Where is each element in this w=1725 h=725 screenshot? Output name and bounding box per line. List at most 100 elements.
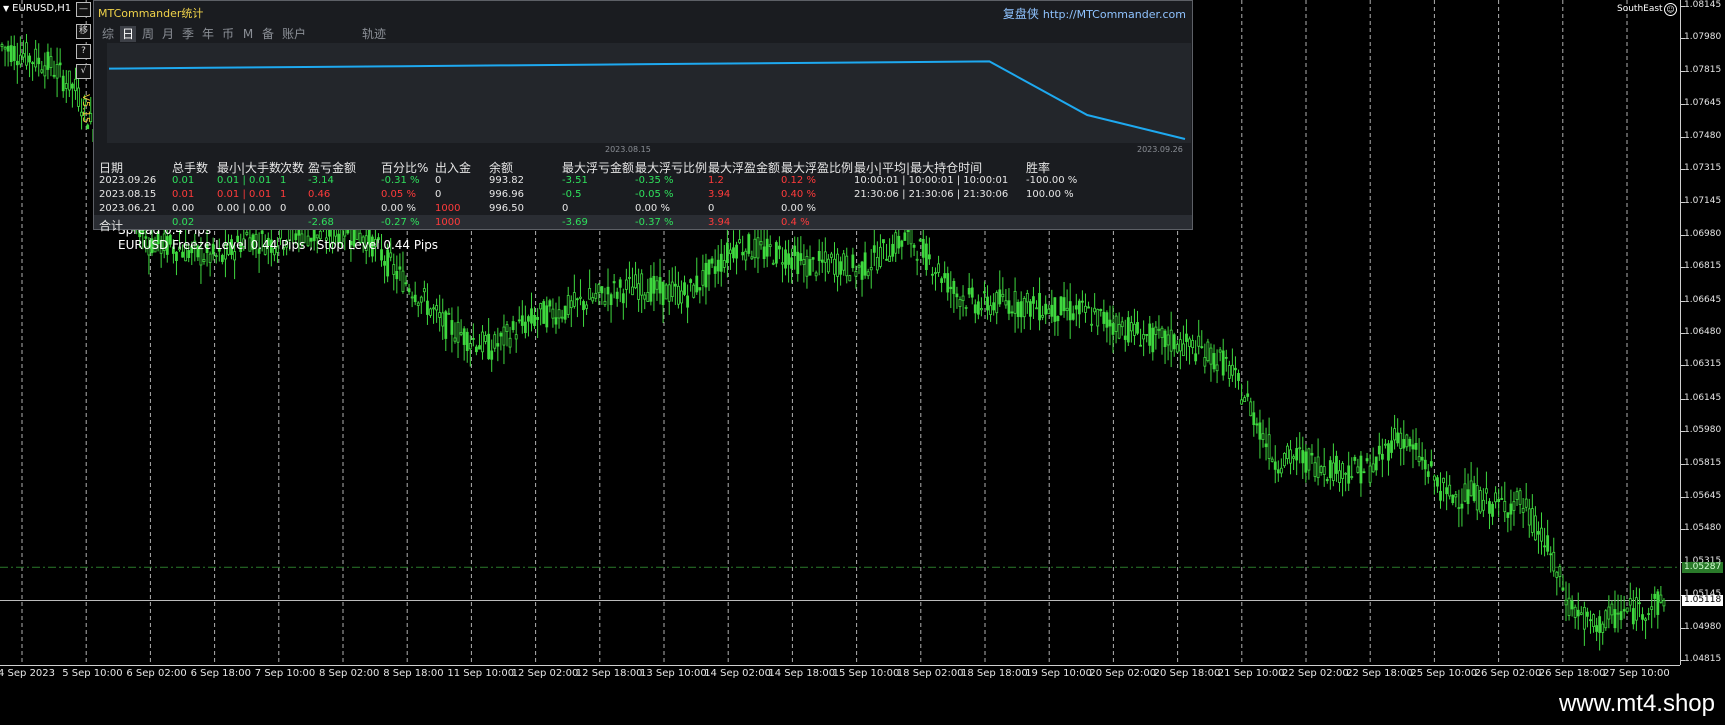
table-cell: 0.00 % xyxy=(381,203,416,214)
candle xyxy=(857,263,861,275)
tab-8[interactable]: 备 xyxy=(260,26,276,42)
candle xyxy=(869,249,873,289)
equity-curve-plot xyxy=(108,60,1186,140)
candle xyxy=(1142,320,1146,357)
candle xyxy=(1350,457,1354,480)
candle xyxy=(1050,289,1054,324)
candle xyxy=(462,326,466,361)
candle xyxy=(1163,328,1167,364)
candle xyxy=(419,295,423,314)
tab-0[interactable]: 综 xyxy=(100,26,116,42)
candle xyxy=(606,268,610,312)
candle xyxy=(572,274,576,309)
candle xyxy=(778,236,781,260)
candle xyxy=(413,281,417,306)
price-tick: 1.07815 xyxy=(1684,64,1722,75)
total-cell: 合计 xyxy=(99,219,124,233)
mini-date-start: 2023.08.15 xyxy=(605,145,651,154)
candle xyxy=(1509,489,1513,531)
candle xyxy=(1016,299,1020,329)
tab-3[interactable]: 月 xyxy=(160,26,176,42)
column-header: 百分比% xyxy=(381,161,429,175)
candle xyxy=(1573,604,1577,629)
mini-date-end: 2023.09.26 xyxy=(1137,145,1183,154)
candle xyxy=(1586,607,1589,628)
tab-4[interactable]: 季 xyxy=(180,26,196,42)
total-cell: 0.02 xyxy=(172,217,195,228)
candle xyxy=(576,297,579,318)
column-header: 最小|平均|最大持仓时间 xyxy=(854,161,983,175)
tab-9[interactable]: 账户 xyxy=(280,26,308,42)
candle xyxy=(536,308,540,339)
candle xyxy=(1429,449,1433,468)
candle xyxy=(1081,290,1084,313)
column-header: 次数 xyxy=(280,161,305,175)
tab-10[interactable]: 轨迹 xyxy=(360,26,388,42)
price-axis[interactable]: 1.08145 1.07980 1.07815 1.07645 1.07480 1.073… xyxy=(1680,0,1725,665)
tab-1[interactable]: 日 xyxy=(120,26,136,42)
check-button[interactable]: √ xyxy=(76,64,91,79)
time-tick: 7 Sep 10:00 xyxy=(254,668,316,679)
mtcommander-stats-panel[interactable]: MTCommander统计 复盘侠 http://MTCommander.com … xyxy=(93,0,1193,233)
price-tick-mark xyxy=(1681,529,1685,531)
candle xyxy=(6,40,10,67)
price-tick-mark xyxy=(1681,627,1685,629)
minimize-button[interactable]: — xyxy=(76,2,91,17)
candle xyxy=(1644,617,1647,640)
candle xyxy=(949,271,953,309)
move-button[interactable]: 移 xyxy=(76,24,91,39)
candle xyxy=(1166,326,1170,361)
time-tick: 22 Sep 18:00 xyxy=(1346,668,1413,679)
candle xyxy=(55,47,59,98)
price-tick: 1.07980 xyxy=(1684,32,1722,43)
candle xyxy=(1157,315,1161,339)
candle xyxy=(1191,334,1194,355)
candle xyxy=(643,291,647,310)
candle xyxy=(866,268,870,280)
candle xyxy=(523,305,527,339)
candle xyxy=(1457,489,1461,528)
candle xyxy=(12,35,16,71)
candle xyxy=(514,322,518,353)
candle xyxy=(1521,498,1525,528)
candle xyxy=(628,261,631,294)
candle xyxy=(64,70,68,103)
candle xyxy=(964,305,968,317)
candle xyxy=(1084,293,1087,323)
dropdown-triangle-icon[interactable]: ▼ xyxy=(3,4,9,13)
candle xyxy=(1356,458,1360,474)
candle xyxy=(1653,586,1657,618)
candle xyxy=(735,241,738,275)
candle xyxy=(1224,349,1228,372)
candle xyxy=(1289,440,1292,475)
tab-6[interactable]: 币 xyxy=(220,26,236,42)
table-cell: 0.00 % xyxy=(635,203,670,214)
candle xyxy=(18,36,22,68)
tab-5[interactable]: 年 xyxy=(200,26,216,42)
candle xyxy=(1129,315,1133,343)
tab-2[interactable]: 周 xyxy=(140,26,156,42)
brand-url[interactable]: http://MTCommander.com xyxy=(1043,8,1186,21)
help-button[interactable]: ? xyxy=(76,44,91,59)
price-chart[interactable]: ▼ EURUSD,H1 — 移 ? √ V5.15 SouthEast ☺ Spr… xyxy=(0,0,1680,665)
candle xyxy=(1399,427,1403,466)
candle xyxy=(729,242,732,270)
candle xyxy=(1252,400,1256,437)
candle xyxy=(1065,289,1069,321)
candle xyxy=(1108,305,1112,346)
brand-link[interactable]: 复盘侠 http://MTCommander.com xyxy=(1003,5,1186,22)
candle xyxy=(1662,598,1666,612)
time-tick: 12 Sep 18:00 xyxy=(575,668,643,679)
candle xyxy=(594,283,598,302)
tab-7[interactable]: M xyxy=(240,26,256,42)
equity-mini-chart: 2023.08.15 2023.09.26 xyxy=(107,43,1191,154)
candle xyxy=(1001,277,1005,303)
table-cell: 0 xyxy=(562,203,569,214)
candle xyxy=(1227,360,1231,387)
column-header: 最大浮盈金额 xyxy=(708,161,781,175)
candle xyxy=(438,294,442,332)
candle xyxy=(762,227,766,268)
time-axis[interactable]: 4 Sep 2023 5 Sep 10:00 6 Sep 02:00 6 Sep 18… xyxy=(0,665,1680,682)
candle xyxy=(1650,593,1654,629)
price-tick: 1.05815 xyxy=(1684,457,1722,468)
